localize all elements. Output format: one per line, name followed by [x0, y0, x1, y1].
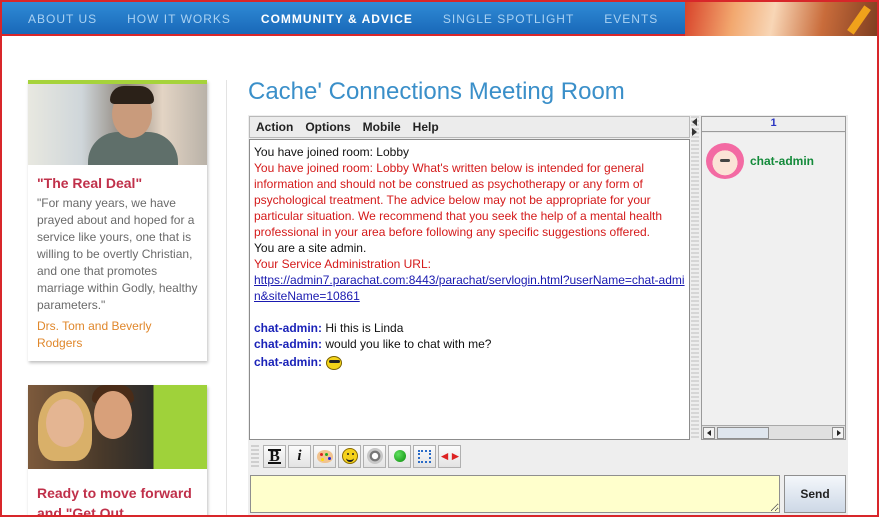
testimonial-photo [28, 84, 207, 165]
page-title: Cache' Connections Meeting Room [248, 78, 625, 105]
message-input[interactable] [250, 475, 780, 513]
message-text: would you like to chat with me? [322, 337, 492, 351]
admin-url-link[interactable]: https://admin7.parachat.com:8443/paracha… [254, 272, 685, 304]
chat-message: chat-admin: [254, 354, 685, 370]
menu-mobile[interactable]: Mobile [363, 120, 401, 134]
menu-action[interactable]: Action [256, 120, 293, 134]
user-list-pane: 1 chat-admin [701, 116, 846, 440]
message-text: Hi this is Linda [322, 321, 404, 335]
emoticon-button[interactable] [338, 444, 361, 468]
input-row: Send [249, 472, 848, 515]
bold-button[interactable]: B [263, 444, 286, 468]
status-button[interactable] [388, 444, 411, 468]
page-frame: ABOUT US HOW IT WORKS COMMUNITY & ADVICE… [0, 0, 879, 517]
column-divider [226, 80, 227, 515]
message-pane[interactable]: You have joined room: Lobby You have joi… [249, 139, 690, 440]
italic-icon: i [297, 447, 302, 464]
testimonial-title[interactable]: "The Real Deal" [28, 165, 207, 195]
menu-help[interactable]: Help [413, 120, 439, 134]
green-status-icon [393, 450, 406, 462]
scroll-thumb[interactable] [717, 427, 769, 439]
user-list: chat-admin [702, 133, 845, 425]
sound-icon [366, 448, 383, 464]
chat-applet: Action Options Mobile Help You have join… [248, 115, 848, 515]
message-system: You have joined room: Lobby [254, 145, 410, 159]
message-sender[interactable]: chat-admin: [254, 321, 322, 335]
header-photo [685, 2, 877, 36]
sound-button[interactable] [363, 444, 386, 468]
chat-message: chat-admin: Hi this is Linda [254, 320, 685, 336]
swap-arrows-icon: ◄► [438, 449, 462, 463]
color-button[interactable] [313, 444, 336, 468]
expand-icon [418, 449, 431, 463]
top-navigation: ABOUT US HOW IT WORKS COMMUNITY & ADVICE… [2, 0, 877, 36]
nav-community-advice[interactable]: COMMUNITY & ADVICE [261, 12, 413, 26]
collapse-right-icon[interactable] [692, 128, 697, 136]
testimonial-quote: "For many years, we have prayed about an… [37, 196, 198, 312]
fullscreen-button[interactable] [413, 444, 436, 468]
testimonial-card: "The Real Deal" "For many years, we have… [28, 80, 207, 361]
user-avatar-icon [706, 143, 744, 179]
promo-title[interactable]: Ready to move forward and "Get Out [28, 469, 207, 515]
nav-how-it-works[interactable]: HOW IT WORKS [127, 12, 231, 26]
nav-single-spotlight[interactable]: SINGLE SPOTLIGHT [443, 12, 574, 26]
message-admin-notice: You are a site admin. [254, 241, 367, 255]
message-sender[interactable]: chat-admin: [254, 337, 322, 351]
user-item[interactable]: chat-admin [702, 133, 845, 179]
user-name: chat-admin [750, 154, 815, 168]
user-list-scrollbar[interactable] [702, 425, 845, 439]
testimonial-author: Drs. Tom and Beverly Rodgers [37, 319, 152, 350]
bold-icon: B [268, 447, 281, 465]
promo-card: Ready to move forward and "Get Out [28, 385, 207, 515]
couple-photo [28, 385, 207, 469]
send-button[interactable]: Send [784, 475, 846, 513]
format-toolbar: B i ◄► [249, 443, 848, 469]
collapse-left-icon[interactable] [692, 118, 697, 126]
message-admin-url-label: Your Service Administration URL: [254, 257, 431, 271]
nav-about-us[interactable]: ABOUT US [28, 12, 97, 26]
cool-emoticon-icon [326, 355, 343, 370]
message-disclaimer: You have joined room: Lobby What's writt… [254, 161, 663, 239]
user-count: 1 [702, 117, 845, 132]
italic-button[interactable]: i [288, 444, 311, 468]
chat-menubar: Action Options Mobile Help [249, 116, 690, 138]
scroll-left-button[interactable] [703, 427, 715, 439]
smiley-icon [341, 448, 358, 464]
chat-message: chat-admin: would you like to chat with … [254, 336, 685, 352]
palette-icon [316, 449, 333, 463]
pane-splitter[interactable] [691, 116, 699, 440]
scroll-right-button[interactable] [832, 427, 844, 439]
swap-button[interactable]: ◄► [438, 444, 462, 468]
menu-options[interactable]: Options [305, 120, 350, 134]
nav-events[interactable]: EVENTS [604, 12, 658, 26]
message-sender[interactable]: chat-admin: [254, 355, 322, 369]
toolbar-grip[interactable] [251, 445, 259, 467]
